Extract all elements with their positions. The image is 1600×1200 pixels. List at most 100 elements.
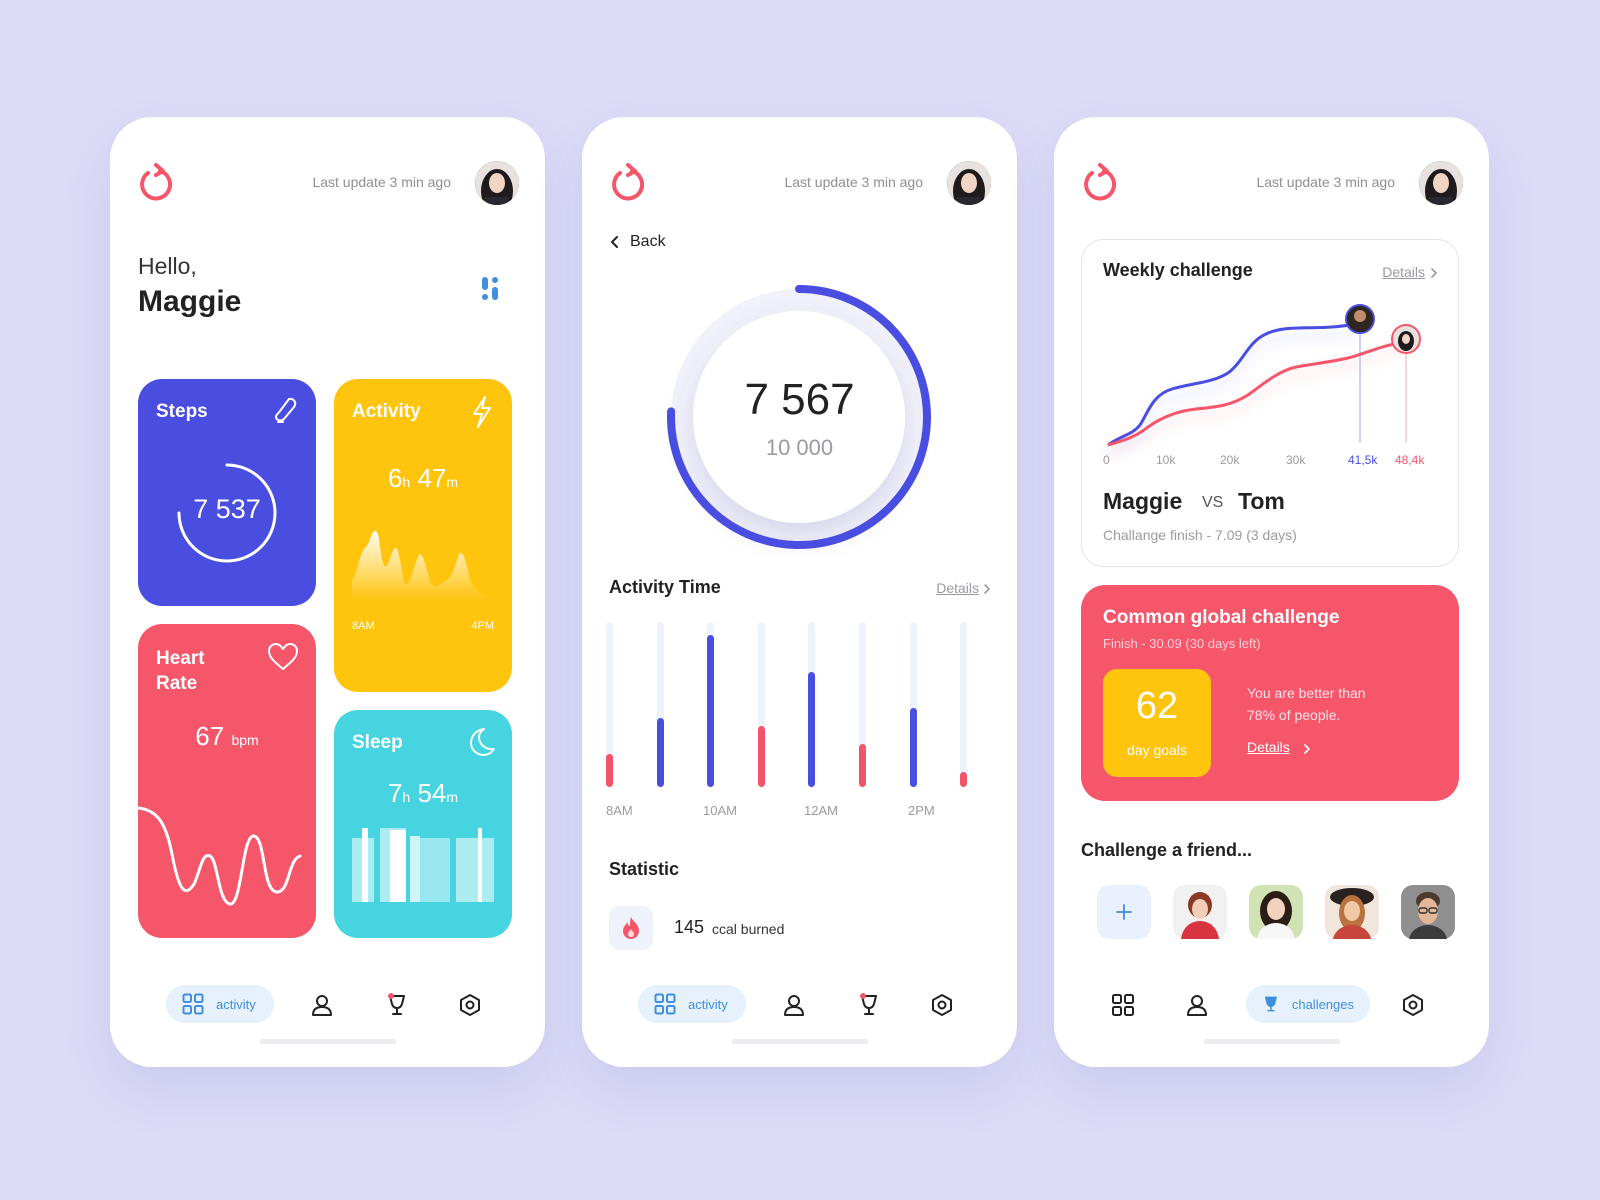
heart-rate-title: Heart Rate [156, 646, 205, 696]
steps-title: Steps [156, 401, 208, 422]
day-goals-value: 62 [1135, 685, 1179, 727]
nav-activity-label: activity [216, 996, 256, 1012]
activity-bar[interactable] [757, 726, 765, 787]
heart-rate-card[interactable]: Heart Rate 67 bpm [138, 624, 316, 938]
activity-bar-track [656, 622, 664, 787]
activity-bar[interactable] [707, 635, 715, 787]
avatar[interactable] [475, 161, 519, 205]
steps-count: 7 567 [744, 375, 855, 424]
vs-label: VS [1202, 494, 1224, 511]
time-label: 12AM [804, 803, 838, 818]
heart-icon [268, 643, 298, 670]
friend-avatar[interactable] [1173, 885, 1227, 939]
activity-time-bars [606, 622, 996, 792]
chevron-left-icon [611, 236, 618, 248]
grid-icon[interactable] [1111, 993, 1135, 1017]
hours-unit: h [402, 474, 411, 490]
grid-icon [182, 993, 204, 1015]
last-update-text: Last update 3 min ago [312, 174, 451, 190]
calories-badge [609, 906, 653, 950]
time-label: 10AM [703, 803, 737, 818]
chevron-right-icon [1431, 268, 1438, 278]
global-challenge-finish: Finish - 30.09 (30 days left) [1103, 636, 1261, 651]
better-line1: You are better than [1247, 685, 1366, 701]
bottom-nav: challenges [1054, 985, 1489, 1025]
heart-title-line1: Heart [156, 648, 205, 669]
weekly-details-link[interactable]: Details [1382, 264, 1425, 280]
activity-bar-track [859, 622, 866, 787]
layout-toggle-icon[interactable] [480, 275, 502, 303]
activity-minutes: 47 [417, 463, 447, 493]
profile-icon[interactable] [310, 993, 334, 1017]
back-button[interactable]: Back [608, 233, 666, 251]
activity-bar[interactable] [606, 754, 613, 787]
settings-icon[interactable] [458, 993, 482, 1017]
nav-challenges-label: challenges [1291, 996, 1354, 1012]
global-challenge-card[interactable]: Common global challenge Finish - 30.09 (… [1081, 585, 1459, 801]
global-challenge-title: Common global challenge [1103, 607, 1340, 628]
home-indicator [732, 1039, 868, 1044]
trophy-icon [1264, 996, 1277, 1012]
plus-icon [1116, 904, 1132, 920]
activity-area-chart [352, 530, 494, 601]
trophy-icon[interactable] [857, 993, 881, 1017]
bottom-nav: activity [110, 985, 545, 1025]
activity-bar[interactable] [909, 708, 917, 787]
friend-avatar[interactable] [1249, 885, 1303, 939]
friend-avatar[interactable] [1325, 885, 1379, 939]
trophy-icon[interactable] [385, 993, 409, 1017]
steps-value: 7 537 [193, 494, 261, 524]
friend-avatar[interactable] [1401, 885, 1455, 939]
challenges-screen: Last update 3 min ago Weekly challenge D… [1054, 117, 1489, 1067]
last-update-text: Last update 3 min ago [1256, 174, 1395, 190]
settings-icon[interactable] [930, 993, 954, 1017]
activity-bar-track [707, 622, 715, 787]
activity-bar[interactable] [656, 718, 664, 787]
sleep-card[interactable]: Sleep 7h 54m [334, 710, 512, 938]
axis-label: 20k [1220, 453, 1240, 467]
activity-bar[interactable] [859, 744, 866, 787]
grid-icon [654, 993, 676, 1015]
bottom-nav: activity [582, 985, 1017, 1025]
activity-start-label: 8AM [352, 620, 375, 632]
activity-time-details-link[interactable]: Details [936, 580, 979, 596]
bpm-value: 67 [195, 721, 225, 751]
settings-icon[interactable] [1401, 993, 1425, 1017]
time-axis: 8AM 10AM 12AM 2PM [594, 803, 1014, 819]
last-update-text: Last update 3 min ago [784, 174, 923, 190]
activity-hours: 6 [387, 463, 403, 493]
user-name: Maggie [138, 285, 242, 318]
sleep-hours: 7 [387, 778, 403, 808]
nav-activity-label: activity [688, 996, 728, 1012]
chevron-right-icon [1304, 744, 1311, 754]
steps-detail-screen: Last update 3 min ago Back 7 567 10 000 … [582, 117, 1017, 1067]
steps-card[interactable]: Steps 7 537 [138, 379, 316, 606]
global-details-link[interactable]: Details [1247, 739, 1290, 755]
nav-activity-tab[interactable]: activity [638, 985, 746, 1023]
activity-bar[interactable] [960, 772, 968, 787]
home-screen: Last update 3 min ago Hello, Maggie Step… [110, 117, 545, 1067]
add-friend-button[interactable] [1097, 885, 1151, 939]
opponent-value: 41,5k [1348, 453, 1378, 467]
greeting: Hello, [138, 253, 197, 279]
fire-icon [623, 917, 639, 939]
activity-duration: 6h 47m [334, 463, 512, 494]
weekly-challenge-card[interactable]: Weekly challenge Details 0 10k 20k 30k 4… [1081, 239, 1459, 567]
activity-bar[interactable] [808, 672, 816, 787]
app-logo-icon [612, 163, 645, 201]
avatar[interactable] [1419, 161, 1463, 205]
app-logo-icon [140, 163, 173, 201]
activity-bar-track [606, 622, 613, 787]
bpm-unit: bpm [231, 732, 259, 748]
profile-icon[interactable] [782, 993, 806, 1017]
profile-icon[interactable] [1185, 993, 1209, 1017]
avatar[interactable] [947, 161, 991, 205]
sleep-m-unit: m [446, 789, 459, 805]
nav-activity-tab[interactable]: activity [166, 985, 274, 1023]
nav-challenges-tab[interactable]: challenges [1246, 985, 1370, 1023]
lightning-icon [473, 396, 491, 428]
chart-x-axis: 0 10k 20k 30k 41,5k 48,4k [1082, 453, 1460, 469]
activity-bar-track [808, 622, 816, 787]
activity-card[interactable]: Activity 6h 47m 8AM 4PM [334, 379, 512, 692]
minutes-unit: m [446, 474, 459, 490]
